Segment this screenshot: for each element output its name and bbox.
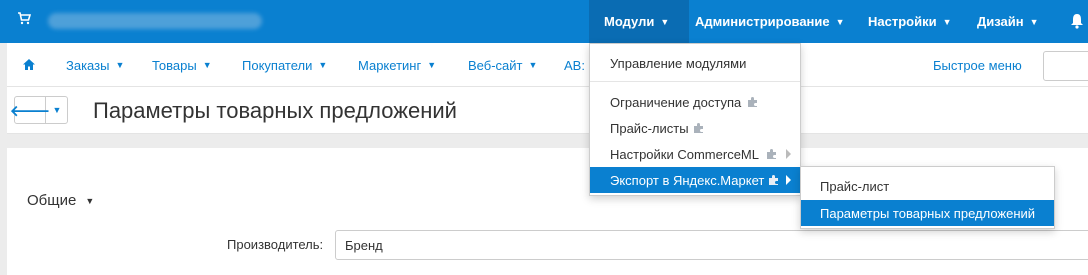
nav-products-label: Товары xyxy=(152,57,197,73)
chevron-down-icon: ▼ xyxy=(835,16,845,27)
chevron-down-icon: ▼ xyxy=(427,60,437,70)
menu-design-label: Дизайн xyxy=(977,14,1024,29)
puzzle-icon xyxy=(769,175,778,185)
puzzle-icon xyxy=(748,97,757,107)
menu-settings-label: Настройки xyxy=(868,14,937,29)
cart-icon[interactable] xyxy=(17,11,31,25)
chevron-down-icon: ▼ xyxy=(660,16,670,27)
chevron-down-icon: ▼ xyxy=(115,60,125,70)
page-header: 🡐 ▼ Параметры товарных предложений xyxy=(7,87,1088,134)
secondary-nav: Заказы ▼ Товары ▼ Покупатели ▼ Маркетинг ▼ В… xyxy=(7,43,1088,87)
menu-item-label: Настройки CommerceML xyxy=(610,146,759,162)
puzzle-icon xyxy=(767,149,776,159)
menu-item-price-lists[interactable]: Прайс-листы xyxy=(590,115,800,141)
home-icon[interactable] xyxy=(22,58,36,71)
menu-design[interactable]: Дизайн ▼ xyxy=(977,0,1039,43)
manufacturer-field[interactable]: Бренд xyxy=(335,230,1088,260)
menu-administration[interactable]: Администрирование ▼ xyxy=(695,0,845,43)
menu-item-label: Управление модулями xyxy=(610,55,747,71)
back-button-group: 🡐 ▼ xyxy=(10,96,68,124)
chevron-down-icon: ▼ xyxy=(942,16,952,27)
yandex-market-submenu: Прайс-лист Параметры товарных предложени… xyxy=(800,166,1055,229)
submenu-item-label: Прайс-лист xyxy=(820,178,890,194)
chevron-down-icon: ▼ xyxy=(202,60,212,70)
puzzle-icon xyxy=(694,123,703,133)
submenu-arrow-icon xyxy=(786,149,791,159)
quick-menu-link[interactable]: Быстрое меню xyxy=(933,43,1022,87)
menu-modules-label: Модули xyxy=(604,14,655,29)
chevron-down-icon: ▼ xyxy=(1029,16,1039,27)
menu-item-label: Ограничение доступа xyxy=(610,94,742,110)
menu-item-commerceml-settings[interactable]: Настройки CommerceML xyxy=(590,141,800,167)
search-input[interactable] xyxy=(1043,51,1088,81)
nav-orders[interactable]: Заказы ▼ xyxy=(66,43,124,87)
chevron-down-icon: ▼ xyxy=(528,60,538,70)
nav-products[interactable]: Товары ▼ xyxy=(152,43,212,87)
arrow-left-icon[interactable]: 🡐 xyxy=(10,97,50,123)
menu-item-access-restriction[interactable]: Ограничение доступа xyxy=(590,89,800,115)
nav-ab-label: AB: xyxy=(564,57,585,73)
submenu-item-price-list[interactable]: Прайс-лист xyxy=(801,173,1054,199)
submenu-item-offer-parameters[interactable]: Параметры товарных предложений xyxy=(801,200,1054,226)
menu-modules[interactable]: Модули ▼ xyxy=(589,0,689,43)
nav-customers[interactable]: Покупатели ▼ xyxy=(242,43,327,87)
page-title: Параметры товарных предложений xyxy=(93,98,457,123)
chevron-down-icon: ▼ xyxy=(85,195,95,206)
menu-administration-label: Администрирование xyxy=(695,14,830,29)
menu-item-label: Прайс-листы xyxy=(610,120,689,136)
submenu-item-label: Параметры товарных предложений xyxy=(820,205,1036,221)
submenu-arrow-icon xyxy=(786,175,791,185)
nav-ab[interactable]: AB: xyxy=(564,43,585,87)
chevron-down-icon[interactable]: ▼ xyxy=(46,97,68,123)
menu-settings[interactable]: Настройки ▼ xyxy=(868,0,952,43)
nav-customers-label: Покупатели xyxy=(242,57,313,73)
menu-item-yandex-market-export[interactable]: Экспорт в Яндекс.Маркет xyxy=(590,167,800,193)
chevron-down-icon: ▼ xyxy=(318,60,328,70)
nav-marketing-label: Маркетинг xyxy=(358,57,422,73)
store-name-blurred[interactable] xyxy=(48,13,262,29)
section-general-label: Общие xyxy=(27,192,77,209)
modules-dropdown: Управление модулями Ограничение доступа … xyxy=(589,43,801,196)
top-bar: Модули ▼ Администрирование ▼ Настройки ▼ Ди… xyxy=(0,0,1088,43)
nav-website-label: Веб-сайт xyxy=(468,57,523,73)
menu-item-manage-modules[interactable]: Управление модулями xyxy=(590,50,800,76)
nav-marketing[interactable]: Маркетинг ▼ xyxy=(358,43,436,87)
nav-website[interactable]: Веб-сайт ▼ xyxy=(468,43,537,87)
menu-divider xyxy=(590,81,800,82)
nav-orders-label: Заказы xyxy=(66,57,110,73)
section-general-toggle[interactable]: Общие ▼ xyxy=(27,192,94,209)
bell-icon[interactable] xyxy=(1070,13,1084,29)
manufacturer-label: Производитель: xyxy=(227,237,324,252)
menu-item-label: Экспорт в Яндекс.Маркет xyxy=(610,172,765,188)
